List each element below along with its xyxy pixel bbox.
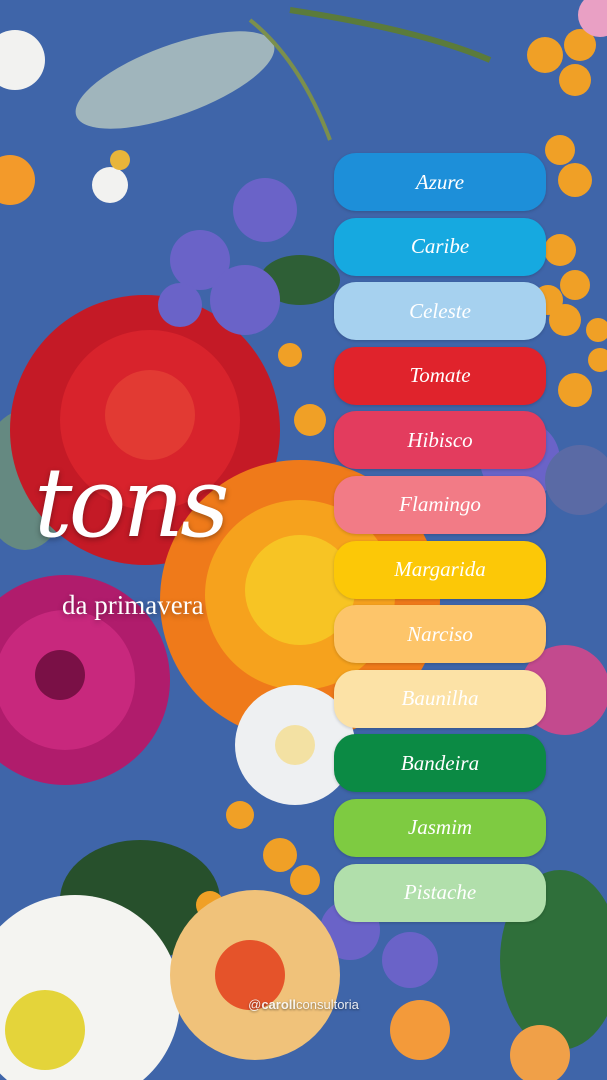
color-chip-celeste: Celeste: [334, 282, 546, 341]
color-chip-azure: Azure: [334, 153, 546, 211]
color-chip-flamingo: Flamingo: [334, 475, 546, 534]
color-chip-baunilha: Baunilha: [334, 669, 546, 728]
color-chip-hibisco: Hibisco: [334, 411, 546, 470]
color-chip-margarida: Margarida: [334, 540, 546, 599]
title-script: tons: [34, 447, 229, 559]
color-palette: Azure Caribe Celeste Tomate Hibisco Flamingo M…: [334, 153, 546, 928]
color-chip-pistache: Pistache: [334, 863, 546, 922]
color-chip-jasmim: Jasmim: [334, 798, 546, 857]
color-chip-narciso: Narciso: [334, 605, 546, 664]
color-chip-tomate: Tomate: [334, 346, 546, 405]
credit-handle: @carollconsultoria: [248, 997, 359, 1012]
title-subtitle: da primavera: [62, 590, 204, 620]
color-chip-bandeira: Bandeira: [334, 734, 546, 793]
color-chip-caribe: Caribe: [334, 217, 546, 276]
